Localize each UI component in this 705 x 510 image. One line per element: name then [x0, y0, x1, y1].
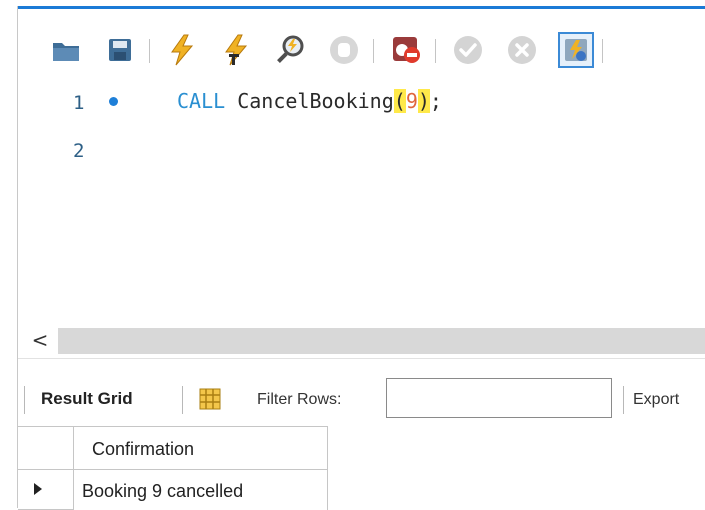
toolbar-separator [373, 39, 374, 63]
export-button[interactable]: Export [633, 391, 679, 409]
column-header-confirmation[interactable]: Confirmation [74, 426, 328, 470]
result-grid-tab[interactable]: Result Grid [41, 389, 133, 409]
workbench-window: 1 CALL CancelBooking(9); 2 < Result Grid… [0, 0, 705, 510]
code-line[interactable]: CALL CancelBooking(9); [177, 89, 442, 113]
argument-value: 9 [405, 89, 418, 113]
rollback-button[interactable] [504, 32, 540, 68]
commit-button[interactable] [450, 32, 486, 68]
statement-marker-icon [109, 97, 118, 106]
autocommit-toggle-button[interactable] [558, 32, 594, 68]
explain-icon [277, 35, 304, 63]
commit-icon [454, 36, 482, 64]
toolbar-separator [623, 386, 624, 414]
stop-button[interactable] [326, 32, 362, 68]
save-icon [109, 39, 131, 61]
open-script-button[interactable] [48, 32, 84, 68]
statement-terminator: ; [429, 89, 442, 113]
execute-current-icon [225, 34, 248, 66]
open-folder-icon [53, 43, 79, 61]
chevron-left-icon: < [31, 327, 49, 352]
toggle-continue-on-error-button[interactable] [388, 32, 424, 68]
save-script-button[interactable] [102, 32, 138, 68]
execute-current-button[interactable] [218, 32, 254, 68]
toolbar-separator [24, 386, 25, 414]
rollback-icon [508, 36, 536, 64]
sql-editor[interactable]: 1 CALL CancelBooking(9); 2 [18, 75, 705, 323]
filter-rows-input[interactable] [386, 378, 612, 418]
line-number: 1 [73, 92, 85, 114]
column-header-label: Confirmation [92, 439, 195, 459]
scrollbar-track[interactable] [58, 328, 705, 354]
line-number: 2 [73, 140, 85, 162]
cell-value: Booking 9 cancelled [82, 481, 244, 501]
stop-icon [330, 36, 358, 64]
grid-view-icon[interactable] [198, 387, 222, 411]
horizontal-scrollbar[interactable]: < [18, 323, 705, 356]
toggle-continue-on-error-icon [393, 37, 420, 63]
sql-keyword: CALL [177, 89, 226, 113]
open-paren: ( [393, 89, 406, 113]
explain-button[interactable] [272, 32, 308, 68]
scroll-left-button[interactable]: < [23, 323, 57, 356]
result-grid: Confirmation Booking 9 cancelled [18, 426, 705, 510]
filter-rows-label: Filter Rows: [257, 391, 342, 408]
procedure-name: CancelBooking [237, 89, 394, 113]
execute-button[interactable] [164, 32, 200, 68]
current-row-icon [34, 483, 42, 495]
row-header[interactable] [18, 470, 74, 510]
close-paren: ) [417, 89, 430, 113]
result-toolbar: Result Grid Filter Rows: Export [18, 358, 705, 427]
sql-editor-toolbar [18, 9, 705, 75]
autocommit-icon [565, 39, 587, 61]
grid-corner-cell [18, 426, 74, 470]
table-cell[interactable]: Booking 9 cancelled [74, 470, 328, 510]
toolbar-separator [149, 39, 150, 63]
execute-icon [171, 34, 194, 66]
toolbar-separator [182, 386, 183, 414]
toolbar-separator [602, 39, 603, 63]
toolbar-separator [435, 39, 436, 63]
